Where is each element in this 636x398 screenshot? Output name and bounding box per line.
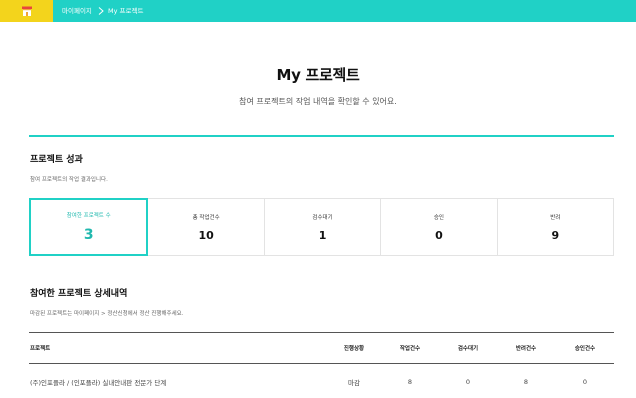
project-status: 마감: [348, 379, 360, 387]
stat-label: 참여한 프로젝트 수: [66, 213, 111, 219]
details-section-title: 참여한 프로젝트 상세내역: [30, 289, 128, 299]
column-header-status: 진행상황: [343, 346, 365, 352]
chevron-right-icon: [98, 7, 104, 15]
stat-label: 검수대기: [312, 214, 333, 221]
stat-label: 총 작업건수: [192, 214, 220, 221]
header-divider: [29, 135, 614, 137]
breadcrumb-my-project[interactable]: My 프로젝트: [108, 0, 143, 22]
stat-value: 1: [318, 228, 327, 242]
stat-value: 0: [435, 228, 443, 242]
home-icon: [21, 6, 33, 17]
stat-value: 10: [198, 228, 214, 242]
stat-card-review-pending[interactable]: 검수대기 1: [265, 199, 382, 255]
column-header-project: 프로젝트: [30, 346, 51, 352]
column-header-work-count: 작업건수: [399, 346, 421, 352]
column-header-rejected: 반려건수: [515, 346, 537, 352]
stat-value: 9: [551, 228, 560, 242]
table-header: 프로젝트 진행상황 작업건수 검수대기 반려건수 승인건수: [29, 333, 614, 364]
details-section-desc: 마감된 프로젝트는 마이페이지 > 정산신청에서 정산 진행해주세요.: [30, 311, 184, 317]
performance-section-desc: 참여 프로젝트의 작업 결과입니다.: [30, 177, 108, 183]
stat-label: 승인: [433, 214, 444, 221]
project-name[interactable]: (주)인포플라 / (인포플라) 실내안내판 전문가 단계: [30, 364, 166, 398]
work-count: 8: [407, 378, 413, 386]
performance-stats: 참여한 프로젝트 수 3 총 작업건수 10 검수대기 1 승인 0 반려 9: [29, 198, 614, 256]
stat-card-total-work[interactable]: 총 작업건수 10: [148, 199, 265, 255]
home-button[interactable]: [0, 0, 53, 22]
table-row[interactable]: (주)인포플라 / (인포플라) 실내안내판 전문가 단계 마감 8 0 8 0: [29, 364, 614, 398]
page-title: My 프로젝트: [276, 66, 360, 84]
column-header-review-pending: 검수대기: [457, 346, 479, 352]
project-details-table: 프로젝트 진행상황 작업건수 검수대기 반려건수 승인건수 (주)인포플라 / …: [29, 332, 614, 398]
performance-section-title: 프로젝트 성과: [30, 155, 83, 165]
column-header-approved: 승인건수: [574, 346, 596, 352]
breadcrumb-mypage[interactable]: 마이페이지: [62, 0, 92, 22]
page-subtitle: 참여 프로젝트의 작업 내역을 확인할 수 있어요.: [239, 97, 397, 106]
rejected-count: 8: [523, 378, 529, 386]
review-pending-count: 0: [465, 378, 471, 386]
stat-value: 3: [83, 227, 94, 243]
top-navigation-bar: 마이페이지 My 프로젝트: [0, 0, 636, 22]
stat-card-projects[interactable]: 참여한 프로젝트 수 3: [29, 198, 149, 256]
stat-card-approved[interactable]: 승인 0: [381, 199, 498, 255]
stat-label: 반려: [550, 214, 561, 221]
approved-count: 0: [582, 378, 588, 386]
stat-card-rejected[interactable]: 반려 9: [498, 199, 613, 255]
